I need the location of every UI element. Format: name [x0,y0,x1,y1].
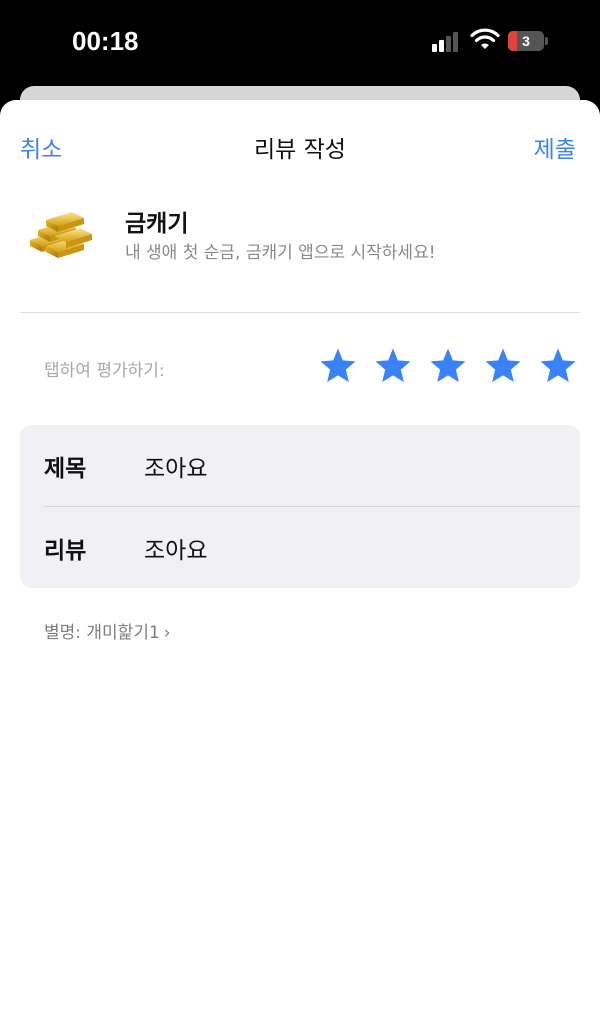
status-bar: 00:18 3 [0,0,600,86]
page-title: 리뷰 작성 [254,137,346,163]
title-input[interactable]: 조아요 [144,449,207,483]
wifi-icon [470,28,500,49]
divider [20,312,580,313]
review-field[interactable]: 리뷰 조아요 [20,507,580,588]
nav-bar: 취소 리뷰 작성 제출 [0,100,600,188]
rating-prompt: 탭하여 평가하기: [44,361,165,381]
signal-icon [432,32,462,52]
battery-icon: 3 [508,31,544,51]
chevron-right-icon: › [163,623,171,643]
battery-level: 3 [522,33,530,49]
title-field[interactable]: 제목 조아요 [20,425,580,506]
review-input[interactable]: 조아요 [144,531,207,565]
app-name: 금캐기 [125,211,189,237]
app-subtitle: 내 생애 첫 순금, 금캐기 앱으로 시작하세요! [125,243,436,263]
star-icon-3[interactable] [428,346,468,386]
gold-bars-icon [30,212,92,258]
star-icon-2[interactable] [373,346,413,386]
star-icon-5[interactable] [538,346,578,386]
star-icon-1[interactable] [318,346,358,386]
status-time: 00:18 [72,26,139,56]
submit-button[interactable]: 제출 [534,130,576,164]
title-label: 제목 [44,456,87,482]
review-form: 제목 조아요 리뷰 조아요 [20,425,580,588]
battery-cap [545,37,548,45]
nickname-text: 별명: 개미핥기1 [44,623,160,643]
review-label: 리뷰 [44,538,87,564]
review-sheet: 취소 리뷰 작성 제출 금캐기 내 생애 첫 순금, 금캐기 앱으로 시작하세요… [0,100,600,1012]
nickname-link[interactable]: 별명: 개미핥기1 › [44,618,171,643]
star-icon-4[interactable] [483,346,523,386]
